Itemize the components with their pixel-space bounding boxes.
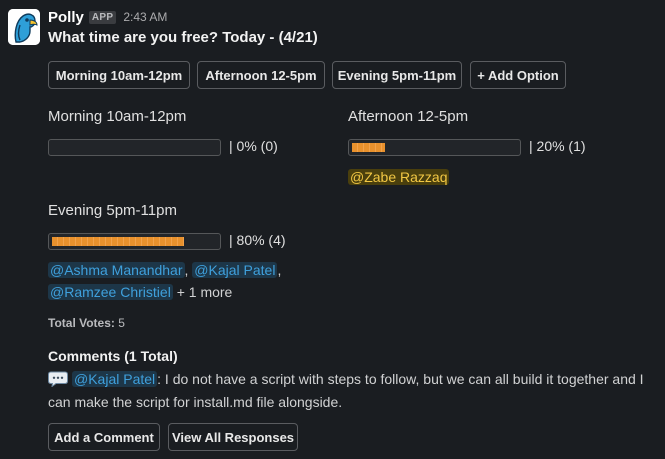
progress-bar-afternoon: [348, 139, 521, 156]
user-mention[interactable]: @Ramzee Christiel: [48, 284, 173, 300]
user-mention[interactable]: @Zabe Razzaq: [348, 169, 450, 185]
option-percent-morning: | 0% (0): [229, 138, 278, 154]
comment-item: @Kajal Patel: I do not have a script wit…: [48, 368, 653, 414]
total-votes-label: Total Votes:: [48, 316, 115, 330]
add-option-button[interactable]: + Add Option: [470, 61, 566, 89]
progress-bar-morning: [48, 139, 221, 156]
more-voters-text: + 1 more: [176, 284, 233, 300]
voters-evening: @Ashma Manandhar, @Kajal Patel, @Ramzee …: [48, 259, 281, 303]
view-all-responses-button[interactable]: View All Responses: [168, 423, 298, 451]
message-header: Polly APP 2:43 AM: [48, 7, 167, 27]
option-title-evening: Evening 5pm-11pm: [48, 202, 177, 219]
add-comment-button[interactable]: Add a Comment: [48, 423, 160, 451]
progress-fill-afternoon: [352, 143, 385, 152]
option-percent-afternoon: | 20% (1): [529, 138, 586, 154]
message-timestamp[interactable]: 2:43 AM: [123, 10, 167, 24]
speech-balloon-icon: [48, 371, 68, 387]
progress-bar-evening: [48, 233, 221, 250]
poll-question: What time are you free? Today - (4/21): [48, 29, 318, 46]
progress-fill-evening: [52, 237, 184, 246]
user-mention[interactable]: @Kajal Patel: [192, 262, 278, 278]
separator: ,: [277, 262, 282, 278]
sender-name[interactable]: Polly: [48, 9, 84, 26]
poll-message: Polly APP 2:43 AM What time are you free…: [0, 0, 665, 459]
user-mention[interactable]: @Ashma Manandhar: [48, 262, 185, 278]
option-percent-evening: | 80% (4): [229, 232, 286, 248]
voters-afternoon: @Zabe Razzaq: [348, 166, 450, 188]
vote-afternoon-button[interactable]: Afternoon 12-5pm: [197, 61, 325, 89]
vote-morning-button[interactable]: Morning 10am-12pm: [48, 61, 190, 89]
option-title-afternoon: Afternoon 12-5pm: [348, 108, 469, 125]
comment-author-mention[interactable]: @Kajal Patel: [72, 371, 158, 387]
polly-avatar[interactable]: [8, 9, 40, 45]
total-votes: Total Votes: 5: [48, 316, 125, 330]
parrot-logo-icon: [8, 9, 40, 45]
app-badge: APP: [88, 10, 117, 24]
option-title-morning: Morning 10am-12pm: [48, 108, 187, 125]
vote-evening-button[interactable]: Evening 5pm-11pm: [332, 61, 462, 89]
total-votes-value: 5: [118, 316, 125, 330]
comments-title: Comments (1 Total): [48, 348, 178, 364]
